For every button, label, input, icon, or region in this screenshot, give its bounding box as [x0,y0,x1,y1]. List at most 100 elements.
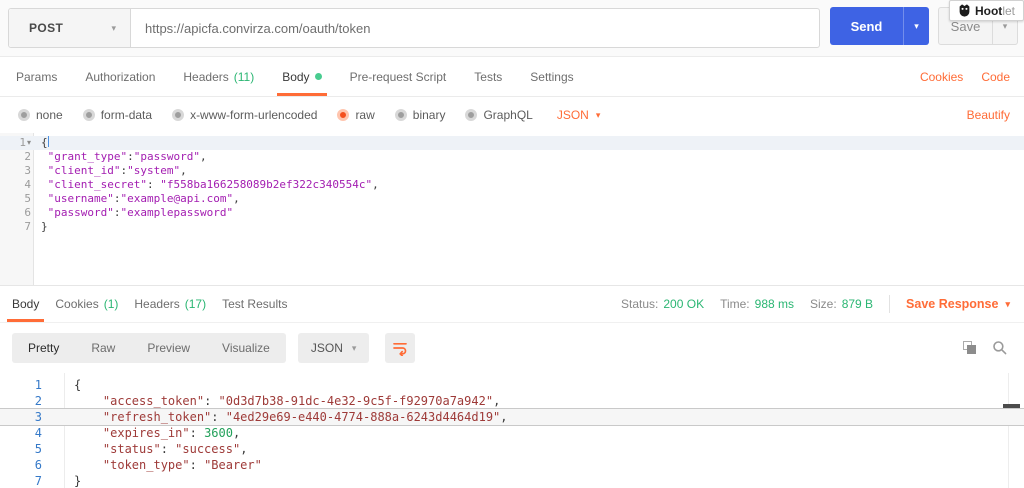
cookies-link[interactable]: Cookies [920,70,963,84]
response-icon-buttons [963,340,1008,356]
search-icon[interactable] [992,340,1008,356]
request-tab-body[interactable]: Body [277,57,327,96]
send-options-button[interactable]: ▾ [903,7,929,45]
response-tab-body-label: Body [12,297,40,311]
line-number: 4 [0,425,56,441]
request-tab-settings-label: Settings [530,69,574,84]
request-body-line-6: 6 "password":"examplepassword" [0,206,1024,220]
body-mode-none[interactable]: none [18,108,63,122]
raw-format-dropdown[interactable]: JSON ▾ [557,108,601,122]
body-mode-binary[interactable]: binary [394,108,446,122]
line-number: 4 [0,178,34,192]
code-text: "grant_type":"password", [34,150,207,164]
request-body-line-1: 1 ▾ { [0,136,1024,150]
line-number: 7 [0,473,56,488]
method-select[interactable]: POST ▾ [9,9,131,47]
copy-icon-front [967,345,976,354]
code-text: "status": "success", [56,441,248,457]
chevron-down-icon: ▾ [1005,298,1010,309]
code-text: "access_token": "0d3d7b38-91dc-4e32-9c5f… [56,393,500,409]
request-tab-body-label: Body [282,69,310,84]
request-tab-authorization[interactable]: Authorization [85,57,155,96]
request-tabs: Params Authorization Headers (11) Body Pre-re… [0,57,1024,97]
response-tab-cookies[interactable]: Cookies (1) [55,286,118,322]
request-tab-headers[interactable]: Headers (11) [183,57,254,96]
request-links: Cookies Code [920,57,1010,96]
fold-caret-icon[interactable]: ▾ [27,136,31,150]
code-text: { [56,377,81,393]
line-number: 2 [0,393,56,409]
request-tab-params[interactable]: Params [16,57,57,96]
response-tab-headers[interactable]: Headers (17) [134,286,206,322]
body-mode-binary-label: binary [412,108,446,122]
response-size-value: 879 B [841,297,874,311]
wrap-lines-button[interactable] [385,333,416,363]
code-token: "0d3d7b38-91dc-4e32-9c5f-f92970a7a942" [218,394,494,408]
response-view-visualize[interactable]: Visualize [206,333,286,363]
body-mode-x-www-form-urlencoded[interactable]: x-www-form-urlencoded [172,108,317,122]
response-meta: Status: 200 OK Time: 988 ms Size: 879 B Save … [621,286,1010,322]
line-number-text: 6 [24,206,31,219]
response-format-dropdown[interactable]: JSON ▾ [297,333,370,363]
radio-icon [394,109,407,121]
code-text: "token_type": "Bearer" [56,457,262,473]
response-status-value: 200 OK [663,297,705,311]
code-token: , [372,178,379,191]
body-mode-raw[interactable]: raw [337,108,375,122]
body-mode-form-data[interactable]: form-data [82,108,152,122]
wrap-lines-icon [393,342,408,356]
line-number-text: 1 [34,378,42,392]
response-tab-headers-count: (17) [184,297,207,311]
code-token: "client_secret" [47,178,147,191]
hootlet-badge[interactable]: Hoot let [948,0,1024,21]
code-token: : [211,410,226,424]
response-view-pretty[interactable]: Pretty [12,333,75,363]
save-response-button[interactable]: Save Response ▾ [906,297,1010,311]
request-body-editor[interactable]: 1 ▾{2 "grant_type":"password", 3 "client_i… [0,133,1024,285]
raw-format-label: JSON [556,108,589,122]
code-token: "Bearer" [204,458,262,472]
code-token: "system" [127,164,181,177]
url-input[interactable]: https://apicfa.convirza.com/oauth/token [131,9,819,47]
hootlet-label-rest: let [1002,3,1015,18]
request-tab-pre-request-script[interactable]: Pre-request Script [350,57,447,96]
response-status: Status: 200 OK [621,297,704,311]
response-body-line-7: 7} [0,473,1024,488]
copy-icon[interactable] [963,341,977,355]
code-link[interactable]: Code [981,70,1010,84]
code-token: : [160,442,176,456]
body-mode-graphql[interactable]: GraphQL [465,108,533,122]
line-number-text: 3 [24,164,31,177]
code-token: : [146,178,161,191]
response-body-viewer[interactable]: 1 {2 "access_token": "0d3d7b38-91dc-4e32-… [0,373,1024,488]
code-text: { [34,136,49,150]
request-tab-settings[interactable]: Settings [530,57,573,96]
line-number: 1 ▾ [0,136,34,150]
code-token: 3600 [204,426,233,440]
code-token: : [127,150,134,163]
response-size-label: Size: [810,297,837,311]
response-view-raw[interactable]: Raw [75,333,131,363]
beautify-button[interactable]: Beautify [967,108,1010,122]
response-tab-cookies-label: Cookies [55,297,99,311]
code-token: , [232,426,241,440]
chevron-down-icon: ▾ [914,20,919,31]
response-time-label: Time: [720,297,750,311]
response-tab-test-results[interactable]: Test Results [222,286,287,322]
request-tab-tests[interactable]: Tests [474,57,502,96]
save-response-label: Save Response [906,297,999,311]
line-number: 2 [0,150,34,164]
code-text: } [56,473,81,488]
send-button[interactable]: Send [830,7,903,45]
response-view-preview[interactable]: Preview [131,333,206,363]
code-token: , [199,150,207,163]
line-number-text: 2 [34,394,42,408]
response-tab-body[interactable]: Body [6,286,45,322]
